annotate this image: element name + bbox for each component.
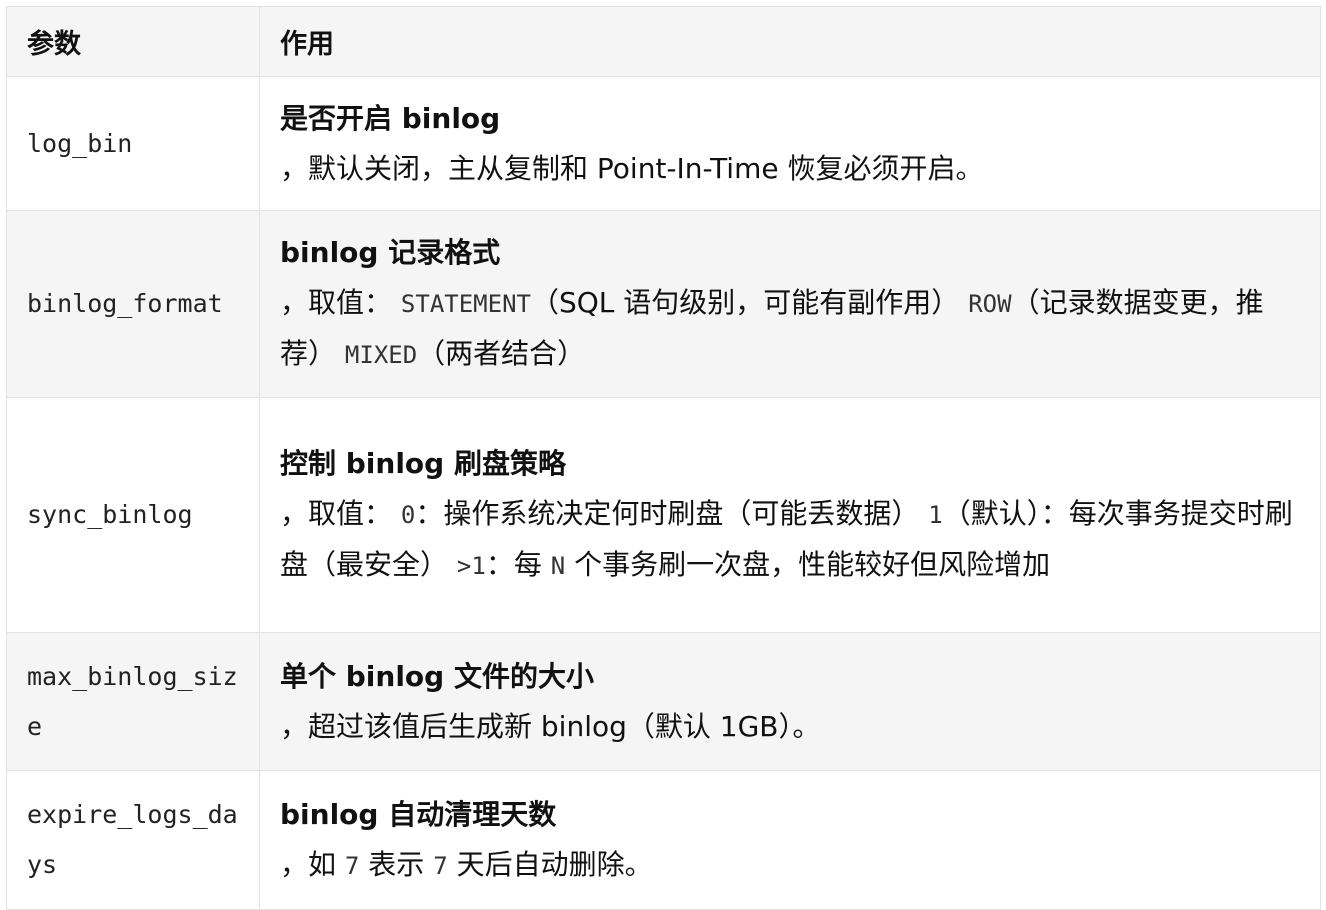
option-code: N [550,552,566,580]
description-title: 控制 binlog 刷盘策略 [280,447,566,480]
option-text: ：操作系统决定何时刷盘（可能丢数据） [415,497,920,530]
description-title: binlog 记录格式 [280,236,501,269]
option-code: STATEMENT [400,290,531,318]
table-row: expire_logs_days binlog 自动清理天数 ，如 7 表示 7… [6,770,1321,910]
desc-mid: 表示 [368,847,425,881]
option-text: （两者结合） [417,337,586,370]
option-code: 0 [400,501,416,529]
description-title: 单个 binlog 文件的大小 [280,659,594,693]
number-code: 7 [344,851,360,880]
param-name: sync_binlog [6,397,260,633]
option-text: ：每 [485,548,542,581]
param-description: 单个 binlog 文件的大小 ，超过该值后生成新 binlog（默认 1GB）… [259,632,1321,771]
table-header-row: 参数 作用 [6,6,1321,77]
desc-prefix: ，取值： [280,497,393,530]
option-code: ROW [968,290,1012,318]
option-text: 个事务刷一次盘，性能较好但风险增加 [574,548,1051,581]
header-purpose: 作用 [259,6,1321,77]
option-code: MIXED [344,341,418,369]
param-name: expire_logs_days [6,770,260,910]
description-text: ，取值： STATEMENT（SQL 语句级别，可能有副作用） ROW（记录数据… [280,278,1300,380]
header-param: 参数 [6,6,260,77]
param-name: binlog_format [6,210,260,398]
desc-tail: 天后自动删除。 [456,847,653,881]
table-row: max_binlog_size 单个 binlog 文件的大小 ，超过该值后生成… [6,632,1321,771]
param-description: 是否开启 binlog ，默认关闭，主从复制和 Point-In-Time 恢复… [259,76,1321,211]
param-description: binlog 记录格式 ，取值： STATEMENT（SQL 语句级别，可能有副… [259,210,1321,398]
param-name: max_binlog_size [6,632,260,771]
table-row: sync_binlog 控制 binlog 刷盘策略 ，取值： 0：操作系统决定… [6,397,1321,633]
description-text: ，如 7 表示 7 天后自动删除。 [280,840,1300,891]
description-title: 是否开启 binlog [280,101,501,135]
number-code: 7 [433,851,448,880]
table-row: log_bin 是否开启 binlog ，默认关闭，主从复制和 Point-In… [6,76,1321,211]
option-code: >1 [456,552,486,580]
param-description: 控制 binlog 刷盘策略 ，取值： 0：操作系统决定何时刷盘（可能丢数据） … [259,397,1321,633]
option-text: （SQL 语句级别，可能有副作用） [530,286,960,319]
table-row: binlog_format binlog 记录格式 ，取值： STATEMENT… [6,210,1321,398]
description-text: ，取值： 0：操作系统决定何时刷盘（可能丢数据） 1（默认）：每次事务提交时刷盘… [280,489,1300,591]
option-code: 1 [928,501,943,529]
description-text: ，默认关闭，主从复制和 Point-In-Time 恢复必须开启。 [280,151,984,185]
param-description: binlog 自动清理天数 ，如 7 表示 7 天后自动删除。 [259,770,1321,910]
parameter-table: 参数 作用 log_bin 是否开启 binlog ，默认关闭，主从复制和 Po… [6,6,1321,910]
description-text: ，超过该值后生成新 binlog（默认 1GB）。 [280,709,821,743]
description-title: binlog 自动清理天数 [280,797,557,831]
desc-prefix: ，如 [280,847,337,881]
desc-prefix: ，取值： [280,286,393,319]
param-name: log_bin [6,76,260,211]
